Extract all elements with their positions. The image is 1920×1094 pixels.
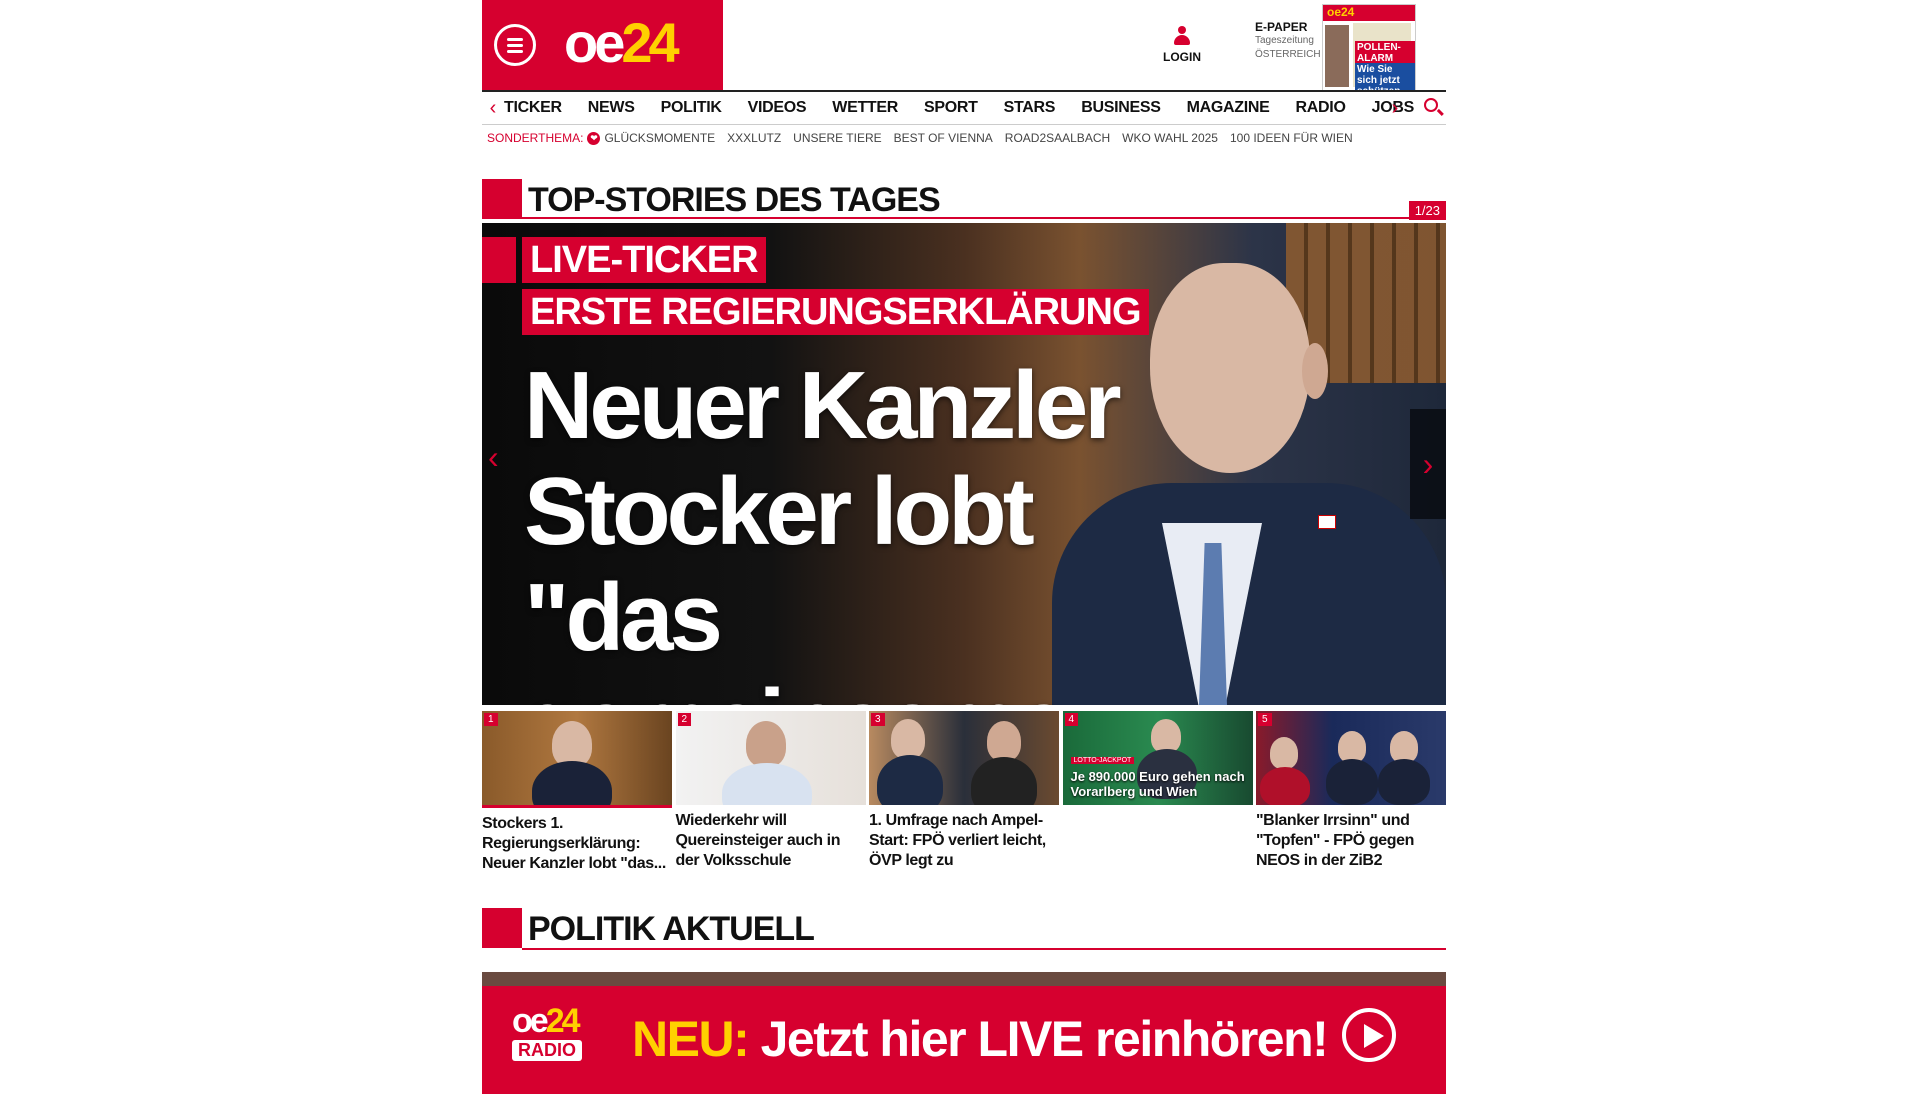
epaper-cover-image[interactable]: oe24 POLLEN-ALARM Wie Sie sich jetzt sch… xyxy=(1322,4,1416,92)
user-icon xyxy=(1173,26,1191,46)
radio-banner-text: NEU: Jetzt hier LIVE reinhören! xyxy=(632,1010,1329,1068)
nav-item-news[interactable]: NEWS xyxy=(588,99,635,117)
radio-cta-text: Jetzt hier LIVE reinhören! xyxy=(760,1011,1329,1067)
radio-logo-oe: oe xyxy=(512,1002,549,1040)
radio-logo-label: RADIO xyxy=(512,1040,582,1061)
site-header: oe24 LOGIN E-PAPER Tageszeitung ÖSTERREI… xyxy=(482,0,1446,92)
thumb-overlay-label: LOTTO-JACKPOT xyxy=(1070,757,1135,764)
nav-item-ticker[interactable]: TICKER xyxy=(504,99,562,117)
nav-item-radio[interactable]: RADIO xyxy=(1296,99,1346,117)
sonderthema-bar: SONDERTHEMA: ❤ GLÜCKSMOMENTE XXXLUTZ UNSER… xyxy=(482,125,1446,151)
epaper-title: E-PAPER xyxy=(1255,20,1308,34)
hero-marker xyxy=(482,237,516,283)
nav-item-videos[interactable]: VIDEOS xyxy=(748,99,807,117)
top-stories-header: TOP-STORIES DES TAGES 1/23 xyxy=(482,175,1446,221)
logo-24: 24 xyxy=(621,11,679,74)
thumb-caption: "Blanker Irrsinn" und "Topfen" - FPÖ geg… xyxy=(1256,812,1414,869)
thumb-image: 3 xyxy=(869,711,1059,805)
sonderthema-item[interactable]: WKO WAHL 2025 xyxy=(1122,131,1218,145)
thumb-caption: Stockers 1. Regierungserklärung: Neuer K… xyxy=(482,815,666,872)
carousel-next-icon[interactable]: › xyxy=(1410,409,1446,519)
section-marker xyxy=(482,908,522,948)
logo-oe: oe xyxy=(564,11,625,74)
nav-item-stars[interactable]: STARS xyxy=(1004,99,1056,117)
hero-tag-topic: ERSTE REGIERUNGSERKLÄRUNG xyxy=(522,289,1149,335)
politik-header: POLITIK AKTUELL xyxy=(482,908,1446,954)
play-icon[interactable] xyxy=(1342,1008,1396,1062)
epaper-cover-masthead: oe24 xyxy=(1323,5,1415,21)
section-title[interactable]: POLITIK AKTUELL xyxy=(528,910,815,949)
thumb-overlay-text: Je 890.000 Euro gehen nach Vorarlberg un… xyxy=(1070,769,1245,799)
nav-items: TICKER NEWS POLITIK VIDEOS WETTER SPORT STARS B… xyxy=(504,99,1446,117)
oe24-radio-logo: oe24 RADIO xyxy=(512,1004,602,1070)
story-thumbnails: 1 Stockers 1. Regierungserklärung: Neuer… xyxy=(482,711,1446,874)
nav-scroll-right-icon[interactable]: › xyxy=(1384,97,1406,120)
section-marker xyxy=(482,179,522,219)
thumb-image: 4 LOTTO-JACKPOT Je 890.000 Euro gehen na… xyxy=(1062,711,1253,805)
sonderthema-item[interactable]: ROAD2SAALBACH xyxy=(1005,131,1110,145)
thumb-number: 4 xyxy=(1064,713,1079,726)
epaper-line2: ÖSTERREICH xyxy=(1255,49,1321,60)
sonderthema-item[interactable]: 100 IDEEN FÜR WIEN xyxy=(1230,131,1353,145)
story-thumb-1[interactable]: 1 Stockers 1. Regierungserklärung: Neuer… xyxy=(482,711,672,874)
thumb-image: 1 xyxy=(482,711,672,808)
epaper-line1: Tageszeitung xyxy=(1255,35,1314,46)
thumb-number: 3 xyxy=(871,713,885,726)
thumb-number: 5 xyxy=(1258,713,1272,726)
thumb-caption: Wiederkehr will Quereinsteiger auch in d… xyxy=(675,812,841,869)
hamburger-menu-icon[interactable] xyxy=(494,24,536,66)
page: oe24 LOGIN E-PAPER Tageszeitung ÖSTERREI… xyxy=(482,0,1446,1094)
thumb-image: 5 xyxy=(1256,711,1446,805)
nav-item-business[interactable]: BUSINESS xyxy=(1081,99,1161,117)
login-button[interactable]: LOGIN xyxy=(1162,26,1202,64)
oe24-logo[interactable]: oe24 xyxy=(564,10,680,75)
nav-scroll-left-icon[interactable]: ‹ xyxy=(482,97,504,120)
radio-logo-24: 24 xyxy=(545,1002,581,1040)
sonderthema-item[interactable]: XXXLUTZ xyxy=(727,131,781,145)
nav-item-sport[interactable]: SPORT xyxy=(924,99,978,117)
nav-item-magazine[interactable]: MAGAZINE xyxy=(1187,99,1270,117)
story-thumb-3[interactable]: 3 1. Umfrage nach Ampel-Start: FPÖ verli… xyxy=(869,711,1059,874)
radio-neu-label: NEU: xyxy=(632,1011,750,1067)
main-nav: ‹ TICKER NEWS POLITIK VIDEOS WETTER SPORT STAR… xyxy=(482,90,1446,125)
section-title: TOP-STORIES DES TAGES xyxy=(528,181,941,219)
epaper-cover-subline: Wie Sie sich jetzt schützen xyxy=(1355,63,1415,91)
nav-item-politik[interactable]: POLITIK xyxy=(661,99,722,117)
hero-story[interactable]: LIVE-TICKER ERSTE REGIERUNGSERKLÄRUNG Ne… xyxy=(482,223,1446,705)
nav-item-wetter[interactable]: WETTER xyxy=(832,99,898,117)
hero-headline[interactable]: Neuer Kanzler Stocker lobt "das gemeinsa… xyxy=(524,353,1204,706)
thumb-image: 2 xyxy=(675,711,866,805)
epaper-link[interactable]: E-PAPER Tageszeitung ÖSTERREICH xyxy=(1255,20,1321,62)
sonderthema-item[interactable]: UNSERE TIERE xyxy=(793,131,881,145)
thumb-number: 1 xyxy=(484,713,498,726)
login-label: LOGIN xyxy=(1163,50,1201,64)
thumb-caption: 1. Umfrage nach Ampel-Start: FPÖ verlier… xyxy=(869,812,1046,869)
story-thumb-5[interactable]: 5 "Blanker Irrsinn" und "Topfen" - FPÖ g… xyxy=(1256,711,1446,874)
heart-icon: ❤ xyxy=(587,131,601,145)
epaper-cover-headline: POLLEN-ALARM xyxy=(1355,41,1415,65)
sonderthema-item[interactable]: BEST OF VIENNA xyxy=(894,131,993,145)
section-underline xyxy=(522,217,1446,219)
story-thumb-2[interactable]: 2 Wiederkehr will Quereinsteiger auch in… xyxy=(675,711,866,874)
radio-banner[interactable]: oe24 RADIO NEU: Jetzt hier LIVE reinhöre… xyxy=(482,972,1446,1094)
sonderthema-item[interactable]: GLÜCKSMOMENTE xyxy=(604,131,715,145)
logo-area: oe24 xyxy=(482,0,723,90)
hero-tag-live: LIVE-TICKER xyxy=(522,237,766,283)
search-icon[interactable] xyxy=(1424,98,1438,112)
story-thumb-4[interactable]: 4 LOTTO-JACKPOT Je 890.000 Euro gehen na… xyxy=(1062,711,1253,874)
slide-counter: 1/23 xyxy=(1408,201,1446,220)
thumb-number: 2 xyxy=(677,713,692,726)
sonderthema-label: SONDERTHEMA: xyxy=(487,131,584,145)
section-underline xyxy=(522,948,1446,950)
carousel-prev-icon[interactable]: ‹ xyxy=(488,439,499,476)
